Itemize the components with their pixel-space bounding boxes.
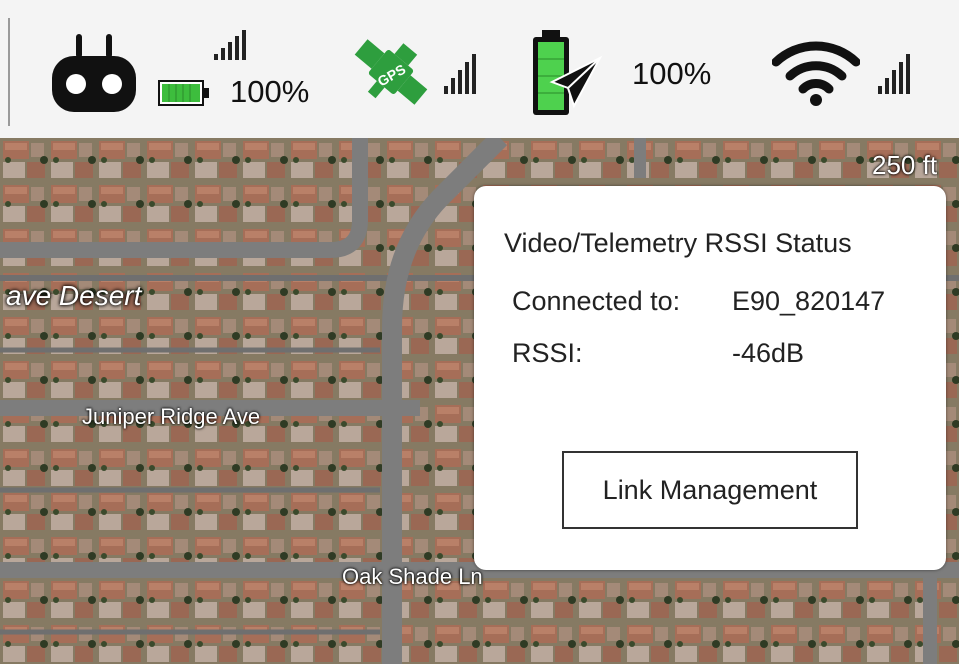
rssi-value: -46dB [732, 338, 805, 368]
controller-signal-icon [214, 30, 246, 60]
map-scale-label: 250 ft [872, 150, 938, 180]
remote-controller-icon[interactable] [48, 32, 140, 116]
gps-signal-icon [444, 54, 476, 94]
wifi-signal-icon [878, 54, 910, 94]
status-bar: 100% GPS 100% [0, 0, 959, 138]
aircraft-battery-percent: 100% [632, 56, 712, 91]
link-management-button[interactable]: Link Management [562, 451, 858, 529]
dialog-title: Video/Telemetry RSSI Status [504, 228, 852, 258]
area-label: ave Desert [6, 280, 142, 311]
rssi-status-dialog: Video/Telemetry RSSI Status Connected to… [474, 186, 946, 570]
rssi-label: RSSI: [512, 338, 583, 368]
aircraft-battery-icon[interactable] [530, 30, 604, 118]
connected-to-label: Connected to: [512, 286, 681, 316]
connected-to-value: E90_820147 [732, 286, 886, 316]
street-label-juniper: Juniper Ridge Ave [82, 404, 261, 429]
controller-battery-icon [158, 80, 210, 111]
status-divider [8, 18, 10, 126]
wifi-icon[interactable] [771, 40, 861, 108]
street-label-oak-shade: Oak Shade Ln [342, 564, 483, 589]
gps-satellite-icon[interactable]: GPS [346, 30, 436, 114]
controller-battery-percent: 100% [230, 74, 310, 109]
